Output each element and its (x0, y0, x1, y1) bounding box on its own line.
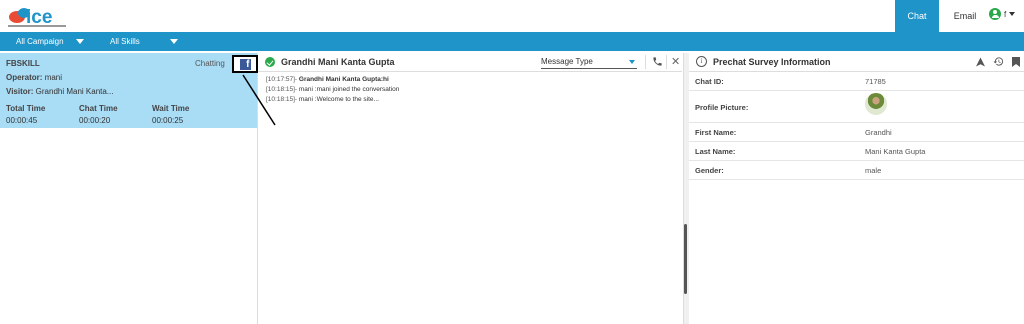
chat-time-label: Chat Time (79, 104, 118, 113)
conversation-panel: Grandhi Mani Kanta Gupta Message Type ✕ … (258, 53, 682, 324)
profile-picture (865, 93, 887, 115)
survey-label: Chat ID: (695, 77, 724, 86)
total-time-value: 00:00:45 (6, 116, 38, 125)
channel-highlight: f (232, 55, 258, 73)
message-text: :hi (380, 76, 389, 83)
survey-panel: i Prechat Survey Information Chat ID: 71… (689, 53, 1024, 324)
survey-label: First Name: (695, 128, 737, 137)
wait-time-label: Wait Time (152, 104, 190, 113)
survey-row: Profile Picture: (689, 91, 1024, 123)
filter-toolbar: All Campaign All Skills (0, 32, 1024, 51)
navigate-icon[interactable] (976, 57, 985, 67)
message-line: [10:18:15]- mani :Welcome to the site... (266, 95, 399, 105)
chevron-down-icon (75, 39, 84, 44)
user-icon (989, 8, 1001, 20)
survey-row: Last Name: Mani Kanta Gupta (689, 142, 1024, 161)
wait-time-value: 00:00:25 (152, 116, 184, 125)
survey-label: Last Name: (695, 147, 736, 156)
survey-row: Chat ID: 71785 (689, 72, 1024, 91)
survey-header: i Prechat Survey Information (689, 53, 1024, 72)
message-type-label: Message Type (541, 57, 593, 66)
operator-value: mani (44, 73, 63, 82)
user-initial: f (1004, 9, 1007, 19)
total-time-label: Total Time (6, 104, 46, 113)
chevron-down-icon (1009, 12, 1016, 16)
skills-dropdown[interactable]: All Skills (110, 32, 178, 51)
visitor-label: Visitor: (6, 87, 34, 96)
visitor-value: Grandhi Mani Kanta... (35, 87, 114, 96)
message-time: [10:18:15]- (266, 86, 298, 93)
visitor-line: Visitor: Grandhi Mani Kanta... (6, 87, 113, 96)
survey-actions (976, 56, 1020, 67)
chevron-down-icon (169, 39, 178, 44)
app-header: ice Chat Email f (0, 0, 1024, 32)
message-text: mani :Welcome to the site... (298, 96, 379, 103)
campaign-dropdown[interactable]: All Campaign (16, 32, 84, 51)
close-icon[interactable]: ✕ (671, 55, 680, 68)
survey-row: First Name: Grandhi (689, 123, 1024, 142)
survey-value: male (865, 166, 882, 175)
message-type-select[interactable]: Message Type (541, 55, 637, 69)
session-status: Chatting (195, 59, 225, 68)
nav-tab-email[interactable]: Email (945, 0, 985, 32)
divider (645, 55, 646, 69)
survey-value: Mani Kanta Gupta (865, 147, 926, 156)
survey-title: Prechat Survey Information (713, 57, 831, 67)
splitter-handle[interactable] (684, 224, 687, 294)
message-time: [10:18:15]- (266, 96, 298, 103)
survey-label: Gender: (695, 166, 724, 175)
operator-label: Operator: (6, 73, 43, 82)
skills-dropdown-label: All Skills (110, 37, 140, 46)
skill-name: FBSKILL (6, 59, 40, 68)
user-menu[interactable]: f (989, 8, 1016, 20)
survey-row: Gender: male (689, 161, 1024, 180)
ice-logo: ice (4, 2, 74, 30)
message-line: [10:18:15]- mani :mani joined the conver… (266, 85, 399, 95)
history-icon[interactable] (993, 56, 1004, 67)
nav-tab-chat[interactable]: Chat (895, 0, 939, 32)
bookmark-icon[interactable] (1012, 56, 1020, 67)
chat-session-list: FBSKILL Chatting Operator: mani Visitor:… (0, 53, 258, 324)
message-time: [10:17:57]- (266, 76, 298, 83)
divider (666, 55, 667, 69)
conversation-header: Grandhi Mani Kanta Gupta Message Type ✕ (258, 53, 682, 72)
chat-session-card[interactable]: FBSKILL Chatting Operator: mani Visitor:… (0, 53, 257, 128)
survey-table: Chat ID: 71785 Profile Picture: First Na… (689, 72, 1024, 180)
message-line: [10:17:57]- Grandhi Mani Kanta Gupta:hi (266, 75, 399, 85)
info-icon: i (696, 56, 707, 67)
facebook-icon[interactable]: f (239, 58, 251, 70)
campaign-dropdown-label: All Campaign (16, 37, 64, 46)
survey-value: 71785 (865, 77, 886, 86)
chevron-down-icon (629, 60, 635, 64)
message-log: [10:17:57]- Grandhi Mani Kanta Gupta:hi … (266, 75, 399, 105)
phone-icon[interactable] (652, 56, 663, 67)
chat-time-value: 00:00:20 (79, 116, 111, 125)
operator-line: Operator: mani (6, 73, 62, 82)
survey-label: Profile Picture: (695, 103, 749, 112)
message-text: mani :mani joined the conversation (298, 86, 400, 93)
survey-value: Grandhi (865, 128, 892, 137)
message-sender: Grandhi Mani Kanta Gupta (298, 76, 381, 83)
check-circle-icon (265, 57, 275, 67)
svg-text:ice: ice (26, 7, 52, 28)
conversation-title: Grandhi Mani Kanta Gupta (281, 57, 395, 67)
